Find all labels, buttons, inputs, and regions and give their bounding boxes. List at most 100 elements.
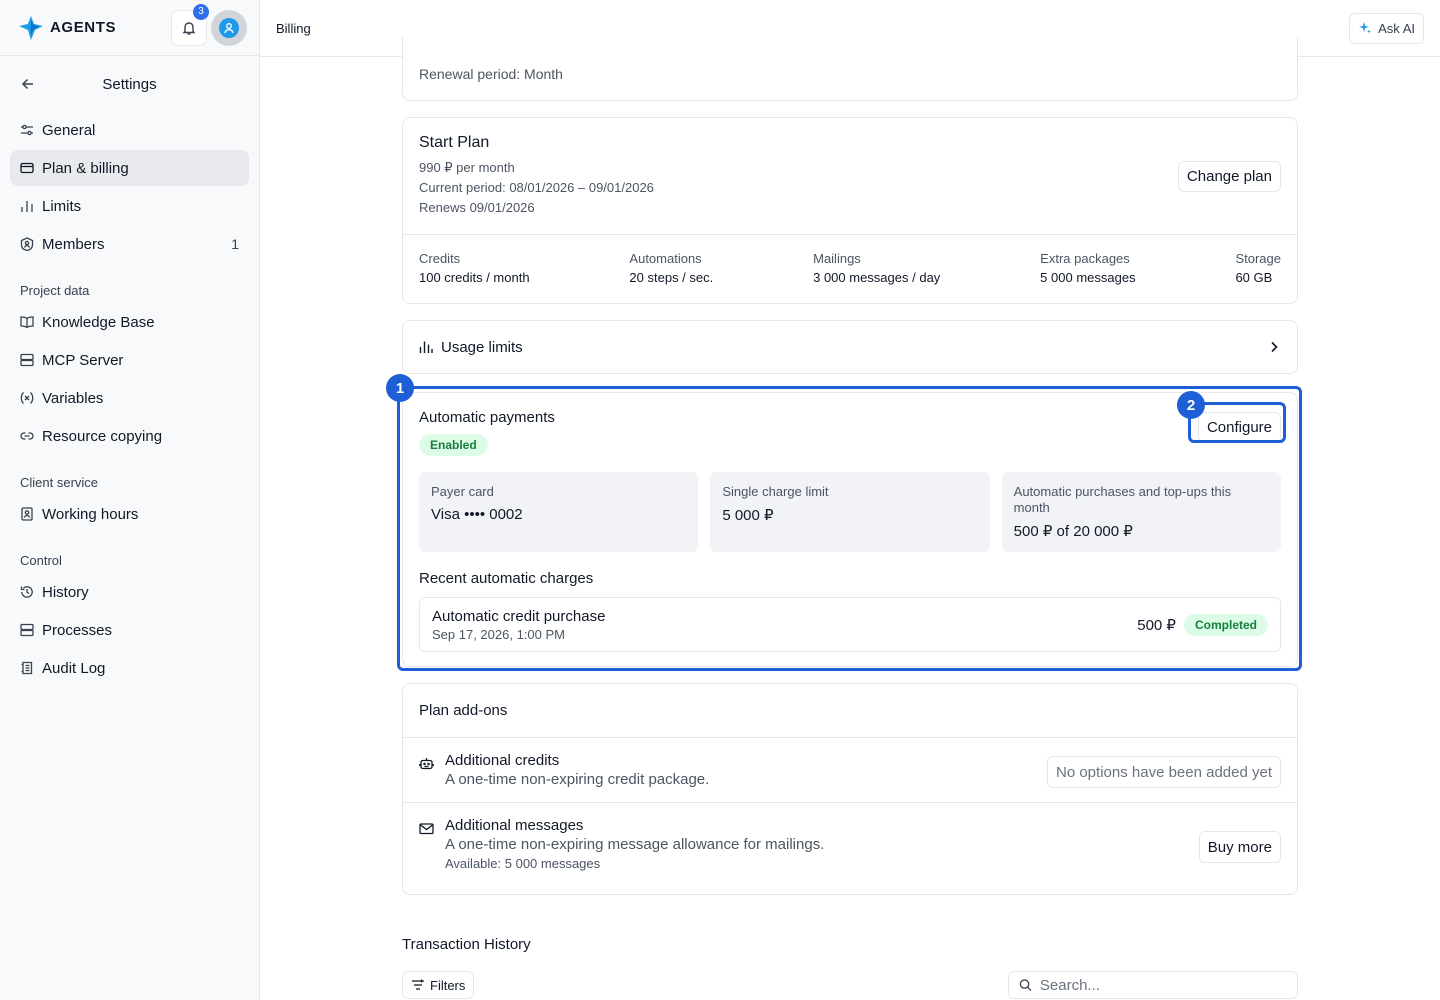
usage-limits-row[interactable]: Usage limits bbox=[402, 320, 1298, 374]
server-icon bbox=[20, 353, 34, 367]
addon-description: A one-time non-expiring credit package. bbox=[445, 771, 710, 788]
sidebar-item-label: Variables bbox=[42, 389, 104, 407]
sidebar-item-limits[interactable]: Limits bbox=[10, 188, 249, 224]
automatic-payments-title: Automatic payments bbox=[419, 409, 555, 426]
plan-renews: Renews 09/01/2026 bbox=[419, 200, 535, 215]
ask-ai-label: Ask AI bbox=[1378, 20, 1415, 36]
contact-icon bbox=[20, 507, 34, 521]
brand-name: AGENTS bbox=[50, 19, 117, 36]
settings-header: Settings bbox=[0, 56, 259, 112]
notifications-button[interactable]: 3 bbox=[171, 3, 209, 46]
transaction-history-title: Transaction History bbox=[402, 936, 531, 953]
sidebar-item-history[interactable]: History bbox=[10, 574, 249, 610]
sidebar-item-resource-copying[interactable]: Resource copying bbox=[10, 418, 249, 454]
sidebar-item-label: Plan & billing bbox=[42, 159, 129, 177]
callout-marker-1: 1 bbox=[386, 374, 414, 402]
section-title-client-service: Client service bbox=[20, 474, 99, 490]
members-count: 1 bbox=[231, 236, 239, 252]
sidebar-item-label: Knowledge Base bbox=[42, 313, 155, 331]
automatic-payments-card: Automatic payments Enabled Configure Pay… bbox=[402, 392, 1298, 667]
logo[interactable]: AGENTS bbox=[18, 15, 116, 41]
section-title-project-data: Project data bbox=[20, 282, 90, 298]
bar-chart-icon bbox=[419, 341, 433, 353]
tile-label: Automatic purchases and top-ups this mon… bbox=[1013, 484, 1232, 515]
transaction-search[interactable] bbox=[1008, 971, 1298, 999]
section-title-control: Control bbox=[20, 552, 62, 568]
tile-value: 500 ₽ of 20 000 ₽ bbox=[1013, 523, 1133, 540]
filters-button[interactable]: Filters bbox=[402, 971, 475, 999]
stat-value: 5 000 messages bbox=[1040, 270, 1136, 285]
sidebar: AGENTS 3 Settings General Plan & billing… bbox=[0, 0, 260, 1000]
single-charge-limit-tile: Single charge limit 5 000 ₽ bbox=[710, 472, 990, 552]
bell-icon bbox=[182, 21, 196, 35]
configure-button[interactable]: Configure bbox=[1197, 412, 1281, 443]
stat-value: 100 credits / month bbox=[419, 270, 530, 285]
change-plan-button[interactable]: Change plan bbox=[1177, 161, 1281, 192]
history-icon bbox=[20, 585, 34, 599]
sidebar-item-members[interactable]: Members 1 bbox=[10, 226, 249, 262]
tile-label: Payer card bbox=[431, 484, 494, 499]
sidebar-item-audit-log[interactable]: Audit Log bbox=[10, 650, 249, 686]
sliders-icon bbox=[20, 123, 34, 137]
sidebar-item-label: General bbox=[42, 121, 96, 139]
status-badge: Enabled bbox=[419, 434, 488, 456]
search-icon bbox=[1019, 979, 1032, 991]
sidebar-item-label: Resource copying bbox=[42, 427, 163, 445]
stat-value: 60 GB bbox=[1235, 270, 1273, 285]
charge-amount: 500 ₽ bbox=[1137, 616, 1176, 634]
page-title: Billing bbox=[276, 20, 311, 36]
log-icon bbox=[20, 661, 34, 675]
stat-label: Extra packages bbox=[1040, 251, 1130, 266]
sidebar-item-plan-billing[interactable]: Plan & billing bbox=[10, 150, 249, 186]
stat-credits: Credits 100 credits / month bbox=[419, 251, 530, 285]
sidebar-item-label: Members bbox=[42, 235, 105, 253]
sidebar-item-knowledge-base[interactable]: Knowledge Base bbox=[10, 304, 249, 340]
plan-stats: Credits 100 credits / month Automations … bbox=[403, 235, 1297, 301]
charge-row[interactable]: Automatic credit purchase Sep 17, 2026, … bbox=[419, 597, 1281, 652]
sidebar-item-label: Limits bbox=[42, 197, 82, 215]
renewal-period: Renewal period: Month bbox=[419, 66, 563, 82]
stat-label: Storage bbox=[1235, 251, 1281, 266]
sparkle-icon bbox=[1359, 22, 1372, 34]
addon-title: Additional messages bbox=[445, 817, 584, 834]
sidebar-item-variables[interactable]: Variables bbox=[10, 380, 249, 416]
user-icon bbox=[224, 22, 234, 33]
stat-value: 20 steps / sec. bbox=[629, 270, 714, 285]
plan-card: Start Plan 990 ₽ per month Current perio… bbox=[402, 117, 1298, 304]
charge-date: Sep 17, 2026, 1:00 PM bbox=[432, 626, 565, 642]
plan-addons-title: Plan add-ons bbox=[403, 684, 1297, 738]
ask-ai-button[interactable]: Ask AI bbox=[1349, 12, 1424, 44]
monthly-purchases-tile: Automatic purchases and top-ups this mon… bbox=[1001, 472, 1281, 552]
sidebar-item-general[interactable]: General bbox=[10, 112, 249, 148]
search-input[interactable] bbox=[1039, 976, 1287, 994]
plan-addons-card: Plan add-ons Additional credits A one-ti… bbox=[402, 683, 1298, 895]
settings-nav: General Plan & billing Limits Members 1 … bbox=[0, 112, 259, 686]
filters-label: Filters bbox=[430, 977, 466, 993]
server-icon bbox=[20, 623, 34, 637]
robot-icon bbox=[419, 756, 435, 788]
callout-marker-2: 2 bbox=[1177, 391, 1205, 419]
payer-card-tile: Payer card Visa •••• 0002 bbox=[419, 472, 699, 552]
sidebar-item-label: MCP Server bbox=[42, 351, 124, 369]
book-icon bbox=[20, 315, 34, 329]
mail-icon bbox=[419, 821, 435, 871]
link-icon bbox=[20, 429, 34, 443]
plan-name: Start Plan bbox=[419, 134, 490, 151]
settings-title: Settings bbox=[102, 75, 157, 93]
sidebar-item-label: History bbox=[42, 583, 89, 601]
buy-more-button[interactable]: Buy more bbox=[1198, 831, 1281, 863]
sidebar-item-label: Processes bbox=[42, 621, 113, 639]
stat-mailings: Mailings 3 000 messages / day bbox=[813, 251, 940, 285]
sidebar-item-processes[interactable]: Processes bbox=[10, 612, 249, 648]
sidebar-item-working-hours[interactable]: Working hours bbox=[10, 496, 249, 532]
tile-value: 5 000 ₽ bbox=[722, 507, 774, 524]
bar-chart-icon bbox=[20, 199, 34, 213]
back-arrow-icon[interactable] bbox=[20, 76, 36, 92]
recent-charges-title: Recent automatic charges bbox=[419, 570, 594, 587]
sidebar-item-mcp-server[interactable]: MCP Server bbox=[10, 342, 249, 378]
addon-credits-row: Additional credits A one-time non-expiri… bbox=[403, 738, 1297, 802]
user-menu-button[interactable] bbox=[211, 9, 247, 46]
stat-extra-packages: Extra packages 5 000 messages bbox=[1040, 251, 1135, 285]
addon-messages-row: Additional messages A one-time non-expir… bbox=[403, 802, 1297, 885]
tile-value: Visa •••• 0002 bbox=[431, 506, 523, 523]
